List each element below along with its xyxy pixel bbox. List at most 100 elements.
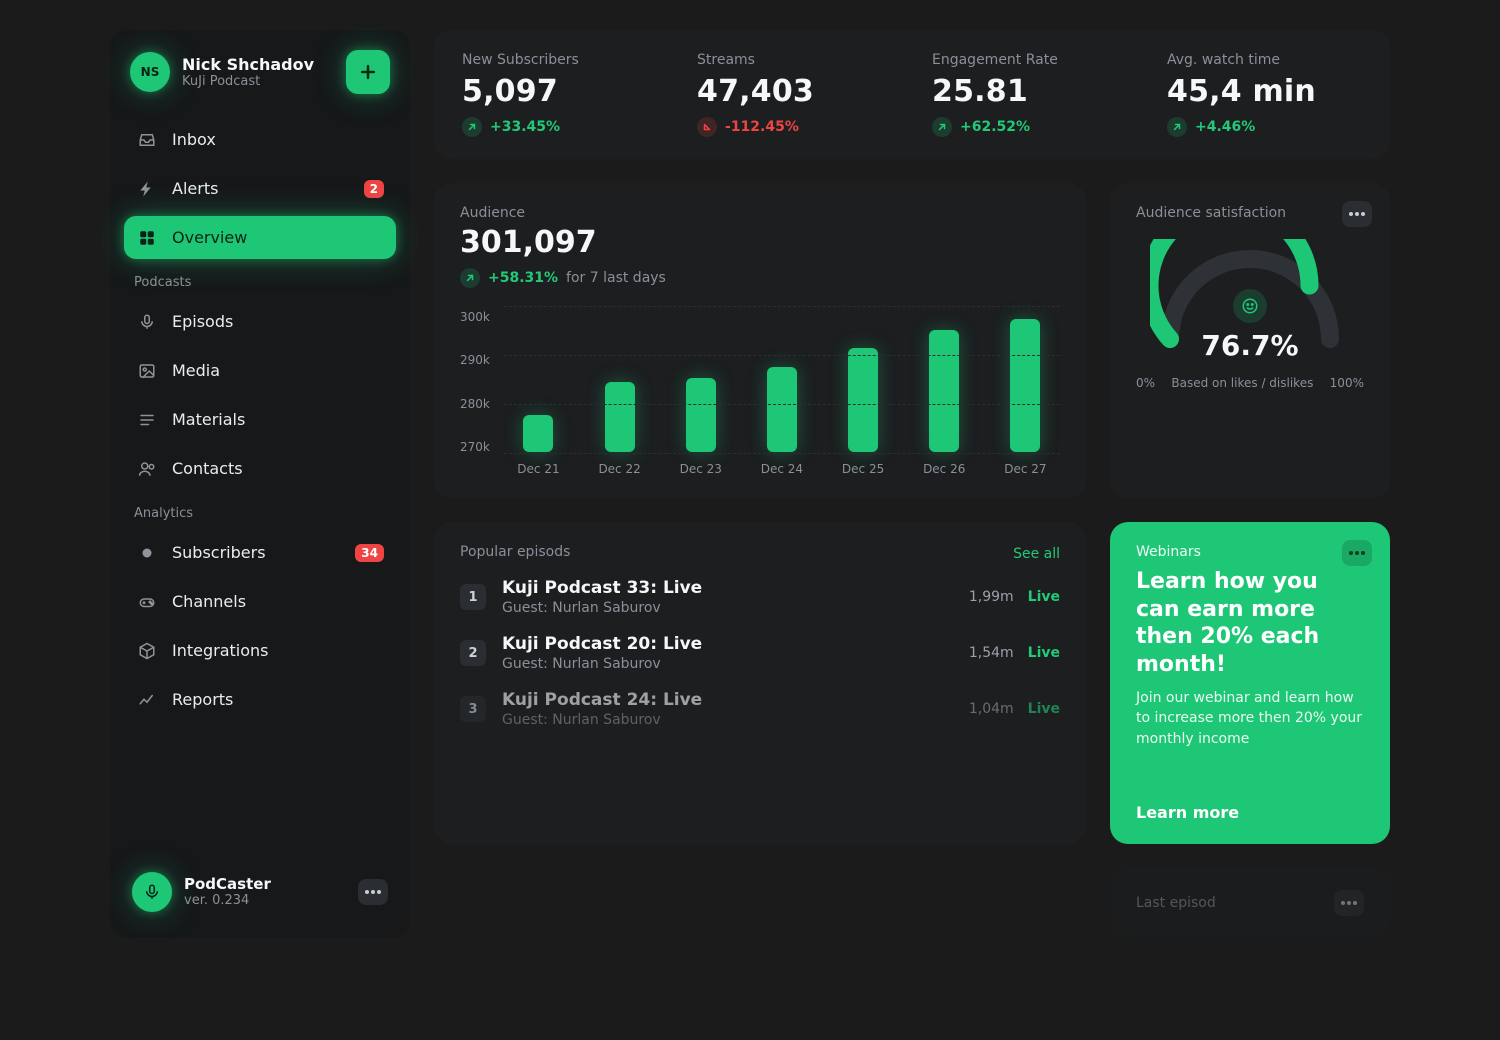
episode-list: 1Kuji Podcast 33: LiveGuest: Nurlan Sabu… bbox=[460, 578, 1060, 728]
episode-views: 1,54m bbox=[969, 645, 1014, 661]
sidebar-item-integrations[interactable]: Integrations bbox=[124, 629, 396, 672]
arrow-up-icon bbox=[462, 117, 482, 137]
sidebar-item-reports[interactable]: Reports bbox=[124, 678, 396, 721]
x-tick: Dec 25 bbox=[842, 462, 884, 476]
episode-subtitle: Guest: Nurlan Saburov bbox=[502, 712, 702, 728]
last-episode-more-button[interactable] bbox=[1334, 890, 1364, 916]
episode-title: Kuji Podcast 33: Live bbox=[502, 578, 702, 598]
sidebar-item-media[interactable]: Media bbox=[124, 349, 396, 392]
dots-icon bbox=[1349, 551, 1365, 555]
y-tick: 290k bbox=[460, 353, 490, 367]
stat-label: Streams bbox=[697, 52, 892, 68]
bar bbox=[1010, 319, 1040, 452]
satisfaction-gauge: 76.7% 0% Based on likes / dislikes 100% bbox=[1136, 239, 1364, 390]
stat-delta: +33.45% bbox=[462, 117, 657, 137]
app-frame: NS Nick Shchadov KuJi Podcast Inbox Aler… bbox=[110, 30, 1390, 938]
stat-delta: +4.46% bbox=[1167, 117, 1362, 137]
see-all-link[interactable]: See all bbox=[1013, 546, 1060, 562]
episode-views: 1,99m bbox=[969, 589, 1014, 605]
app-version-footer: PodCaster ver. 0.234 bbox=[124, 862, 396, 922]
stat-tile: New Subscribers5,097+33.45% bbox=[462, 52, 657, 137]
sidebar-item-materials[interactable]: Materials bbox=[124, 398, 396, 441]
y-tick: 270k bbox=[460, 440, 490, 454]
profile-subtitle: KuJi Podcast bbox=[182, 74, 334, 89]
episode-meta: Kuji Podcast 33: Live Guest: Nurlan Sabur… bbox=[502, 578, 702, 616]
sidebar-item-label: Alerts bbox=[172, 179, 218, 198]
main-content: New Subscribers5,097+33.45% Streams47,403… bbox=[434, 30, 1390, 938]
episode-right: 1,04m Live bbox=[969, 701, 1060, 717]
episode-row[interactable]: 2 Kuji Podcast 20: LiveGuest: Nurlan Sabu… bbox=[460, 634, 1060, 672]
new-button[interactable] bbox=[346, 50, 390, 94]
sidebar-item-episods[interactable]: Episods bbox=[124, 300, 396, 343]
sidebar-item-label: Inbox bbox=[172, 130, 216, 149]
bar bbox=[523, 415, 553, 452]
arrow-up-icon bbox=[460, 268, 480, 288]
list-icon bbox=[136, 411, 158, 429]
promo-title: Learn how you can earn more then 20% eac… bbox=[1136, 568, 1364, 678]
grid-icon bbox=[136, 229, 158, 247]
episode-title: Kuji Podcast 24: Live bbox=[502, 690, 702, 710]
sidebar-item-label: Media bbox=[172, 361, 220, 380]
gauge-legend: 0% Based on likes / dislikes 100% bbox=[1136, 376, 1364, 390]
profile-names: Nick Shchadov KuJi Podcast bbox=[182, 55, 334, 89]
sidebar-item-contacts[interactable]: Contacts bbox=[124, 447, 396, 490]
app-meta: PodCaster ver. 0.234 bbox=[184, 875, 271, 908]
episode-subtitle: Guest: Nurlan Saburov bbox=[502, 600, 702, 616]
footer-more-button[interactable] bbox=[358, 879, 388, 905]
dots-icon bbox=[1349, 212, 1365, 216]
episode-views: 1,04m bbox=[969, 701, 1014, 717]
sidebar-item-label: Materials bbox=[172, 410, 245, 429]
audience-chart: 300k290k280k270k Dec 21Dec 22Dec 23Dec 2… bbox=[460, 306, 1060, 476]
audience-delta-note: for 7 last days bbox=[566, 270, 666, 286]
sidebar-item-label: Reports bbox=[172, 690, 233, 709]
avatar: NS bbox=[130, 52, 170, 92]
sidebar-item-inbox[interactable]: Inbox bbox=[124, 118, 396, 161]
sidebar-item-label: Integrations bbox=[172, 641, 269, 660]
bar bbox=[929, 330, 959, 452]
box-icon bbox=[136, 642, 158, 660]
stat-delta-value: +4.46% bbox=[1195, 119, 1255, 135]
promo-cta[interactable]: Learn more bbox=[1136, 803, 1364, 822]
promo-eyebrow: Webinars bbox=[1136, 544, 1364, 560]
sidebar-item-alerts[interactable]: Alerts 2 bbox=[124, 167, 396, 210]
dashboard-grid: Audience 301,097 +58.31% for 7 last days… bbox=[434, 183, 1390, 938]
episode-row[interactable]: 1Kuji Podcast 33: LiveGuest: Nurlan Sabu… bbox=[460, 578, 1060, 616]
x-tick: Dec 23 bbox=[680, 462, 722, 476]
episode-status: Live bbox=[1028, 589, 1060, 605]
episode-meta: Kuji Podcast 20: LiveGuest: Nurlan Sabur… bbox=[502, 634, 702, 672]
profile[interactable]: NS Nick Shchadov KuJi Podcast bbox=[124, 46, 396, 104]
last-episode-card: Last episod bbox=[1110, 868, 1390, 938]
y-tick: 300k bbox=[460, 310, 490, 324]
x-tick: Dec 21 bbox=[517, 462, 559, 476]
stat-label: Engagement Rate bbox=[932, 52, 1127, 68]
webinar-promo-card: Webinars Learn how you can earn more the… bbox=[1110, 522, 1390, 844]
sidebar-item-overview[interactable]: Overview bbox=[124, 216, 396, 259]
stat-delta-value: -112.45% bbox=[725, 119, 799, 135]
x-tick: Dec 22 bbox=[598, 462, 640, 476]
stat-delta-value: +62.52% bbox=[960, 119, 1030, 135]
promo-more-button[interactable] bbox=[1342, 540, 1372, 566]
sidebar-item-subscribers[interactable]: Subscribers 34 bbox=[124, 531, 396, 574]
mic-icon bbox=[136, 313, 158, 331]
episode-rank: 2 bbox=[460, 640, 486, 666]
bar bbox=[767, 367, 797, 452]
episode-right: 1,54m Live bbox=[969, 645, 1060, 661]
stat-tile: Streams47,403-112.45% bbox=[697, 52, 892, 137]
bar bbox=[848, 348, 878, 452]
dots-icon bbox=[1341, 901, 1357, 905]
episode-status: Live bbox=[1028, 645, 1060, 661]
episode-right: 1,99m Live bbox=[969, 589, 1060, 605]
episode-row[interactable]: 3Kuji Podcast 24: LiveGuest: Nurlan Sabu… bbox=[460, 690, 1060, 728]
promo-body: Join our webinar and learn how to increa… bbox=[1136, 688, 1364, 749]
episode-subtitle: Guest: Nurlan Saburov bbox=[502, 656, 702, 672]
stat-tile: Avg. watch time45,4 min+4.46% bbox=[1167, 52, 1362, 137]
audience-value: 301,097 bbox=[460, 225, 1060, 260]
gauge-legend-right: 100% bbox=[1330, 376, 1364, 390]
dot-icon bbox=[136, 544, 158, 562]
episode-status: Live bbox=[1028, 701, 1060, 717]
sidebar-item-channels[interactable]: Channels bbox=[124, 580, 396, 623]
card-title: Popular episods bbox=[460, 544, 570, 560]
episode-meta: Kuji Podcast 24: Live Guest: Nurlan Sabur… bbox=[502, 690, 702, 728]
x-tick: Dec 24 bbox=[761, 462, 803, 476]
satisfaction-more-button[interactable] bbox=[1342, 201, 1372, 227]
